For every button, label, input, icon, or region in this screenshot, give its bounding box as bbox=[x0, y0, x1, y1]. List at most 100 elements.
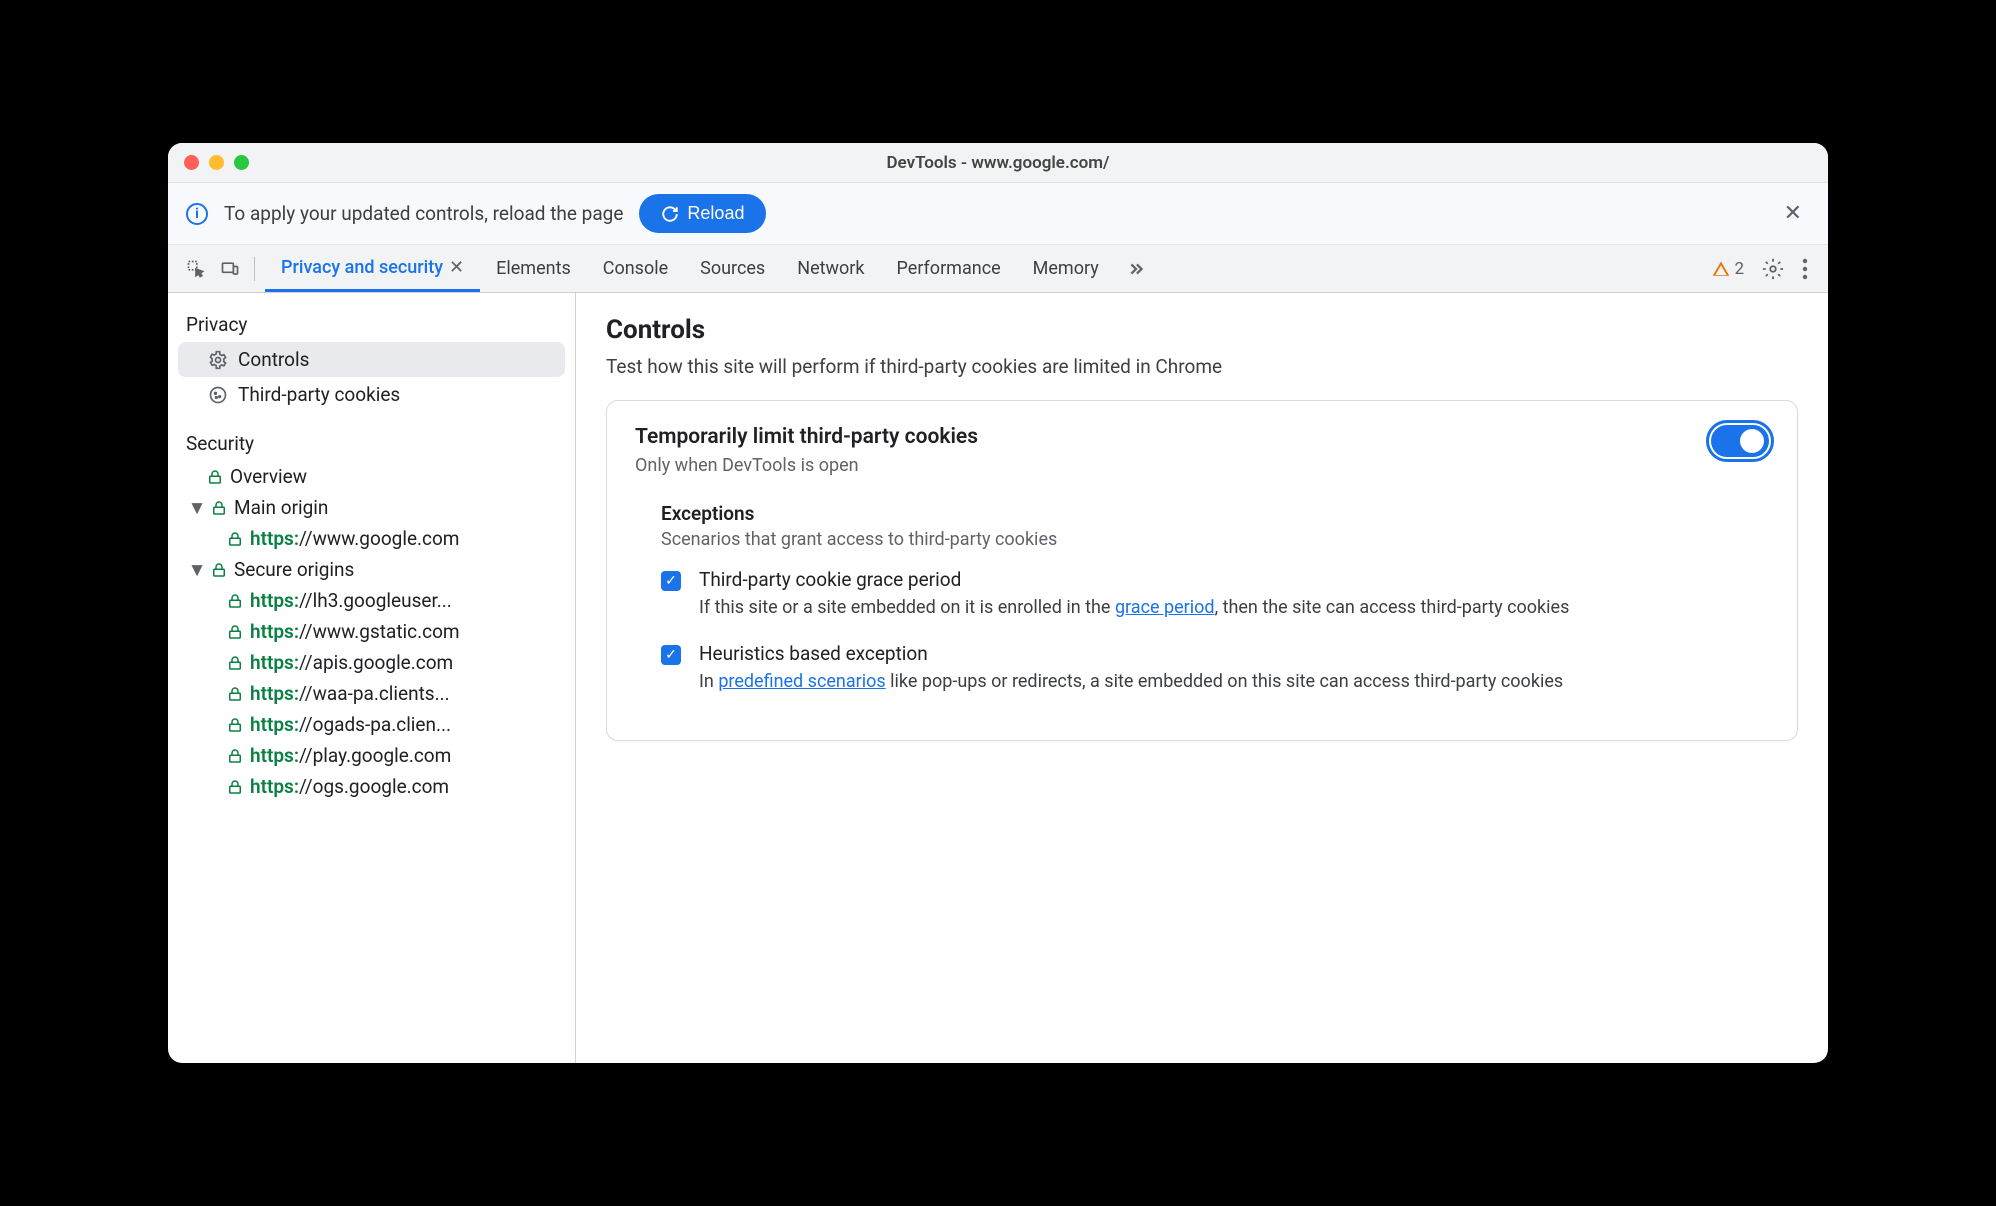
url-protocol: https: bbox=[250, 713, 299, 736]
sidebar-item-label: Main origin bbox=[234, 496, 328, 519]
sidebar-item-label: Controls bbox=[238, 348, 309, 371]
exception-grace-period: ✓ Third-party cookie grace period If thi… bbox=[661, 568, 1769, 620]
url-protocol: https: bbox=[250, 589, 299, 612]
sidebar-item-label: Secure origins bbox=[234, 558, 354, 581]
tab-performance[interactable]: Performance bbox=[881, 245, 1017, 292]
limit-cookies-toggle[interactable] bbox=[1711, 425, 1769, 457]
lock-icon bbox=[210, 499, 228, 517]
card-title: Temporarily limit third-party cookies bbox=[635, 425, 978, 449]
window-zoom-button[interactable] bbox=[234, 155, 249, 170]
infobar-close-icon[interactable]: ✕ bbox=[1776, 197, 1810, 230]
sidebar-section-security: Security bbox=[178, 426, 565, 461]
lock-icon bbox=[226, 747, 244, 765]
sidebar-item-label: Overview bbox=[230, 465, 307, 488]
infobar: i To apply your updated controls, reload… bbox=[168, 183, 1828, 245]
warning-count: 2 bbox=[1734, 259, 1744, 279]
controls-card: Temporarily limit third-party cookies On… bbox=[606, 400, 1798, 741]
lock-icon bbox=[226, 592, 244, 610]
heuristics-checkbox[interactable]: ✓ bbox=[661, 645, 681, 665]
url-protocol: https: bbox=[250, 651, 299, 674]
origin-item[interactable]: https://ogs.google.com bbox=[178, 771, 565, 802]
tab-label: Sources bbox=[700, 258, 765, 279]
tab-label: Performance bbox=[897, 258, 1001, 279]
infobar-text: To apply your updated controls, reload t… bbox=[224, 202, 623, 225]
origin-item[interactable]: https://lh3.googleuser... bbox=[178, 585, 565, 616]
tab-console[interactable]: Console bbox=[587, 245, 684, 292]
caret-down-icon[interactable]: ▼ bbox=[190, 501, 204, 515]
tab-label: Console bbox=[603, 258, 668, 279]
window-minimize-button[interactable] bbox=[209, 155, 224, 170]
url-rest: //www.gstatic.com bbox=[299, 620, 460, 643]
sidebar-item-main-origin[interactable]: ▼ Main origin bbox=[178, 492, 565, 523]
exception-label: Heuristics based exception bbox=[699, 642, 1769, 665]
inspect-icon[interactable] bbox=[186, 259, 206, 279]
window-title: DevTools - www.google.com/ bbox=[886, 153, 1109, 173]
settings-gear-icon[interactable] bbox=[1762, 258, 1784, 280]
url-protocol: https: bbox=[250, 527, 299, 550]
predefined-scenarios-link[interactable]: predefined scenarios bbox=[718, 671, 885, 692]
sidebar-item-secure-origins[interactable]: ▼ Secure origins bbox=[178, 554, 565, 585]
exception-label: Third-party cookie grace period bbox=[699, 568, 1769, 591]
card-subtitle: Only when DevTools is open bbox=[635, 455, 978, 476]
tab-sources[interactable]: Sources bbox=[684, 245, 781, 292]
tab-label: Privacy and security bbox=[281, 257, 443, 278]
exception-description: If this site or a site embedded on it is… bbox=[699, 595, 1769, 620]
lock-icon bbox=[226, 530, 244, 548]
lock-icon bbox=[210, 561, 228, 579]
url-rest: //play.google.com bbox=[299, 744, 451, 767]
sidebar-section-privacy: Privacy bbox=[178, 307, 565, 342]
origin-item[interactable]: https://apis.google.com bbox=[178, 647, 565, 678]
url-protocol: https: bbox=[250, 744, 299, 767]
cookie-icon bbox=[208, 385, 228, 405]
devtools-window: DevTools - www.google.com/ i To apply yo… bbox=[168, 143, 1828, 1063]
grace-period-link[interactable]: grace period bbox=[1115, 597, 1215, 618]
origin-item[interactable]: https://ogads-pa.clien... bbox=[178, 709, 565, 740]
tab-elements[interactable]: Elements bbox=[480, 245, 587, 292]
divider bbox=[254, 257, 255, 281]
origin-item[interactable]: https://www.google.com bbox=[178, 523, 565, 554]
tabs: Privacy and security ✕ Elements Console … bbox=[265, 245, 1157, 292]
page-subtitle: Test how this site will perform if third… bbox=[606, 355, 1798, 378]
url-protocol: https: bbox=[250, 775, 299, 798]
lock-icon bbox=[226, 716, 244, 734]
lock-icon bbox=[226, 685, 244, 703]
tabbar-left bbox=[176, 245, 265, 292]
lock-icon bbox=[226, 778, 244, 796]
window-close-button[interactable] bbox=[184, 155, 199, 170]
caret-down-icon[interactable]: ▼ bbox=[190, 563, 204, 577]
lock-icon bbox=[226, 623, 244, 641]
url-rest: //www.google.com bbox=[299, 527, 459, 550]
url-rest: //waa-pa.clients... bbox=[299, 682, 450, 705]
url-rest: //lh3.googleuser... bbox=[299, 589, 452, 612]
grace-period-checkbox[interactable]: ✓ bbox=[661, 571, 681, 591]
tab-memory[interactable]: Memory bbox=[1017, 245, 1115, 292]
exception-heuristics: ✓ Heuristics based exception In predefin… bbox=[661, 642, 1769, 694]
sidebar-item-overview[interactable]: Overview bbox=[178, 461, 565, 492]
exception-description: In predefined scenarios like pop-ups or … bbox=[699, 669, 1769, 694]
tab-close-icon[interactable]: ✕ bbox=[449, 257, 464, 278]
warning-badge[interactable]: 2 bbox=[1712, 259, 1744, 279]
tab-label: Elements bbox=[496, 258, 571, 279]
origin-item[interactable]: https://www.gstatic.com bbox=[178, 616, 565, 647]
tab-label: Memory bbox=[1033, 258, 1099, 279]
tab-network[interactable]: Network bbox=[781, 245, 880, 292]
origin-item[interactable]: https://play.google.com bbox=[178, 740, 565, 771]
more-tabs-icon[interactable] bbox=[1115, 245, 1157, 292]
tab-label: Network bbox=[797, 258, 864, 279]
tabbar-right: 2 bbox=[1712, 245, 1820, 292]
reload-button[interactable]: Reload bbox=[639, 194, 766, 233]
tabbar: Privacy and security ✕ Elements Console … bbox=[168, 245, 1828, 293]
kebab-menu-icon[interactable] bbox=[1802, 258, 1808, 280]
url-protocol: https: bbox=[250, 682, 299, 705]
sidebar-item-controls[interactable]: Controls bbox=[178, 342, 565, 377]
tab-privacy-and-security[interactable]: Privacy and security ✕ bbox=[265, 245, 480, 292]
origin-item[interactable]: https://waa-pa.clients... bbox=[178, 678, 565, 709]
url-rest: //ogs.google.com bbox=[299, 775, 449, 798]
main-panel: Controls Test how this site will perform… bbox=[576, 293, 1828, 1063]
content: Privacy Controls Third-party cookies Sec… bbox=[168, 293, 1828, 1063]
page-heading: Controls bbox=[606, 315, 1798, 345]
device-icon[interactable] bbox=[220, 259, 240, 279]
url-rest: //ogads-pa.clien... bbox=[299, 713, 451, 736]
url-protocol: https: bbox=[250, 620, 299, 643]
sidebar-item-third-party-cookies[interactable]: Third-party cookies bbox=[178, 377, 565, 412]
